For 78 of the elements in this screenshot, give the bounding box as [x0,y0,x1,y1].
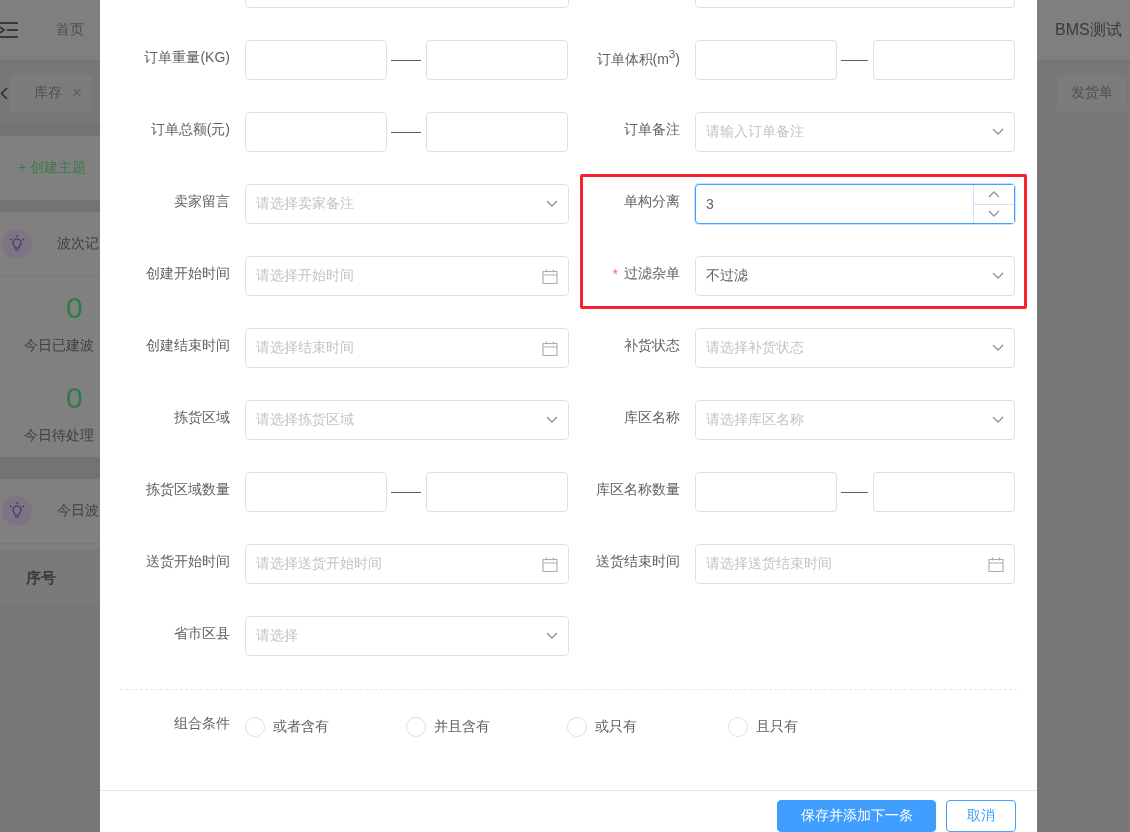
chevron-left-icon[interactable] [0,86,8,100]
field-label: 订单总额(元) [150,121,230,139]
field-label: 单构分离 [624,193,680,211]
field-label: 拣货区域数量 [146,481,230,499]
input-field[interactable] [695,472,837,512]
chevron-down-icon [546,416,558,424]
field-label: 组合条件 [173,715,231,733]
cancel-button[interactable]: 取消 [946,800,1016,832]
input-field[interactable] [873,40,1015,80]
select-field[interactable]: 请选择卖家备注 [245,184,569,224]
select-field[interactable]: 不过滤 [695,256,1015,296]
required-mark: * [612,266,618,282]
range-separator [391,131,421,133]
chevron-up-icon [988,190,1000,199]
select-field[interactable]: 请选择库区名称 [695,400,1015,440]
date-field[interactable]: 请选择结束时间 [245,328,569,368]
field-label: 订单重量(KG) [144,49,230,67]
field-label: 订单备注 [624,121,680,139]
stat-label: 今日待处理 [24,427,94,445]
chevron-down-icon [992,128,1004,136]
range-separator [841,491,868,493]
chevron-down-icon [546,200,558,208]
input-field[interactable] [873,472,1015,512]
select-field[interactable]: 请输入订单备注 [695,112,1015,152]
field-label: 库区名称 [624,409,680,427]
chevron-down-icon [546,632,558,640]
radio-circle[interactable] [728,717,748,737]
radio-option[interactable]: 或者含有 [245,717,406,737]
radio-option[interactable]: 并且含有 [406,717,567,737]
calendar-icon [542,268,558,284]
select-field[interactable]: 请选择拣货区域 [245,400,569,440]
chevron-down-icon [988,209,1000,218]
card-title: 波次记 [57,235,99,253]
field-label: 过滤杂单 [624,265,680,283]
field-label: 送货结束时间 [596,553,680,571]
select-field[interactable]: 请选择 [245,616,569,656]
radio-option[interactable]: 或只有 [567,717,728,737]
calendar-icon [542,556,558,572]
create-topic-link[interactable]: + 创建主题 [18,159,87,177]
chevron-down-icon [992,272,1004,280]
menu-icon[interactable] [0,22,19,38]
date-field[interactable]: 请选择送货开始时间 [245,544,569,584]
field-label: 订单体积(m$^{3}$) [596,47,680,69]
field-label: 省市区县 [174,625,230,643]
field-label: 补货状态 [624,337,680,355]
range-separator [841,59,868,61]
stat-value: 0 [66,381,83,415]
save-button[interactable]: 保存并添加下一条 [777,800,936,832]
input-field[interactable] [245,472,387,512]
input-field[interactable] [245,40,387,80]
date-field[interactable]: 请选择开始时间 [245,256,569,296]
calendar-icon [542,340,558,356]
input-field[interactable] [245,112,387,152]
decrement-button[interactable] [974,203,1014,223]
close-icon[interactable]: × [72,83,82,103]
field-label: 卖家留言 [174,193,230,211]
radio-option[interactable]: 且只有 [728,717,889,737]
input-field[interactable] [426,40,568,80]
input-field[interactable] [426,112,568,152]
calendar-icon [988,556,1004,572]
number-field[interactable]: 3 [695,184,1015,224]
select-field[interactable]: 请选择补货状态 [695,328,1015,368]
chevron-down-icon [992,344,1004,352]
field-label: 拣货区域 [174,409,230,427]
field-label: 创建开始时间 [146,265,230,283]
input-field[interactable] [695,40,837,80]
stat-label: 今日已建波 [24,337,94,355]
date-field[interactable]: 请选择送货结束时间 [695,544,1015,584]
range-separator [391,59,421,61]
stat-value: 0 [66,291,83,325]
input-field[interactable] [426,472,568,512]
card-title: 今日波 [57,502,99,520]
range-separator [391,491,421,493]
field-label: 库区名称数量 [596,481,680,499]
chevron-down-icon [992,416,1004,424]
field-label: 创建结束时间 [146,337,230,355]
field-label: 送货开始时间 [146,553,230,571]
table-header: 序号 [0,550,100,606]
